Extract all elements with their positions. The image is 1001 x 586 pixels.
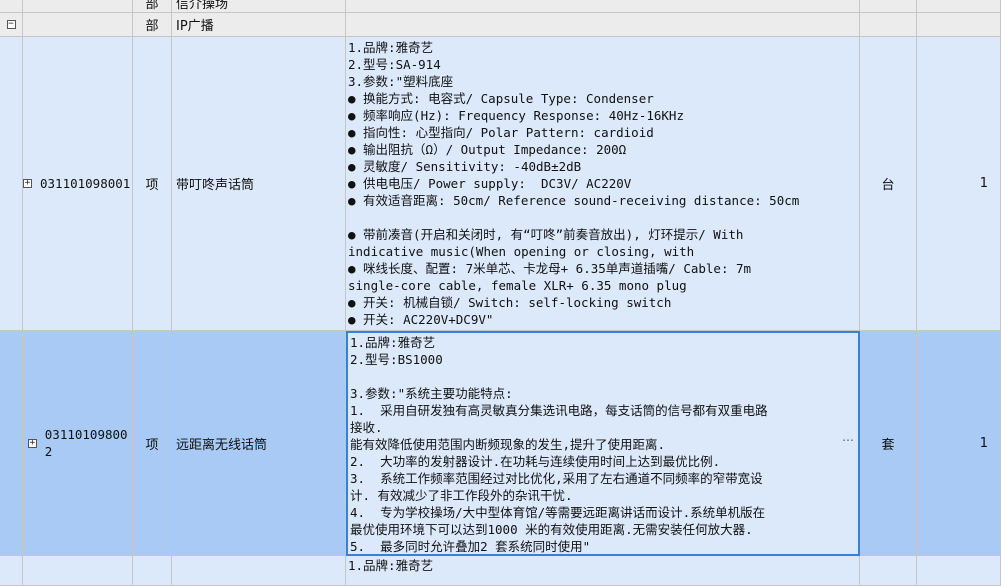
spec-line: ● 灵敏度/ Sensitivity: -40dB±2dB xyxy=(348,159,582,174)
collapse-icon[interactable]: − xyxy=(6,20,16,29)
spec-line: ● 开关: 机械自锁/ Switch: self-locking switch xyxy=(348,295,672,310)
more-icon[interactable]: ⋯ xyxy=(842,433,854,447)
spec-line: indicative music(When opening or closing… xyxy=(348,244,695,259)
expand-icon[interactable]: + xyxy=(23,179,32,188)
spec-line: 能有效降低使用范围内断频现象的发生,提升了使用距离. xyxy=(350,437,666,452)
name-cell: 带叮咚声话筒 xyxy=(172,37,346,331)
spec-cell[interactable]: 1.品牌:雅奇艺 xyxy=(346,556,860,586)
spec-line: ● 带前凑音(开启和关闭时, 有“叮咚”前奏音放出), 灯环提示/ With xyxy=(348,227,744,242)
name-cell: 信介操场 xyxy=(172,0,346,13)
spec-line: ● 开关: AC220V+DC9V" xyxy=(348,312,494,327)
unit-cell: 部 xyxy=(133,13,172,37)
boq-table: 部 信介操场 − 部 IP广播 + 031101098001 项 带叮咚声话筒 … xyxy=(0,0,1001,586)
table-row[interactable]: + 031101098001 项 带叮咚声话筒 1.品牌:雅奇艺 2.型号:SA… xyxy=(0,37,1001,331)
table-row-selected[interactable]: + 031101098002 项 远距离无线话筒 1.品牌:雅奇艺 2.型号:B… xyxy=(0,331,1001,556)
spec-line: 2.型号:BS1000 xyxy=(350,352,443,367)
spec-cell[interactable]: 1.品牌:雅奇艺 2.型号:SA-914 3.参数:"塑料底座 ● 换能方式: … xyxy=(346,37,860,331)
spec-line: 1.品牌:雅奇艺 xyxy=(348,558,434,573)
spec-line xyxy=(346,209,859,226)
unit-cell: 部 xyxy=(133,0,172,13)
unit-cell: 项 xyxy=(133,37,172,331)
spec-line: ● 有效适音距离: 50cm/ Reference sound-receivin… xyxy=(348,193,800,208)
spec-line: single-core cable, female XLR+ 6.35 mono… xyxy=(348,278,687,293)
spec-line: 计. 有效减少了非工作段外的杂讯干忧. xyxy=(350,488,573,503)
spec-line: ● 供电电压/ Power supply: DC3V/ AC220V xyxy=(348,176,632,191)
table-row[interactable]: 部 信介操场 xyxy=(0,0,1001,13)
spec-line: 最优使用环境下可以达到1000 米的有效使用距离.无需安装任何放大器. xyxy=(350,522,753,537)
spec-line: 5. 最多同时允许叠加2 套系统同时使用" xyxy=(350,539,591,554)
spec-cell[interactable]: 1.品牌:雅奇艺 2.型号:BS1000 3.参数:"系统主要功能特点: 1. … xyxy=(346,331,860,556)
spec-line: 1.品牌:雅奇艺 xyxy=(348,40,434,55)
spec-line: 2. 大功率的发射器设计.在功耗与连续使用时间上达到最优比例. xyxy=(350,454,721,469)
spec-line xyxy=(348,368,858,385)
spec-line: 接收. xyxy=(350,420,383,435)
quantity-cell: 1 xyxy=(917,37,1001,331)
spec-line: 1.品牌:雅奇艺 xyxy=(350,335,436,350)
item-code: 031101098001 xyxy=(40,176,131,191)
spec-line: 1. 采用自研发独有高灵敏真分集选讯电路，每支话筒的信号都有双重电路 xyxy=(350,403,768,418)
table-row[interactable]: 1.品牌:雅奇艺 xyxy=(0,556,1001,586)
expand-icon[interactable]: + xyxy=(28,438,37,448)
table-row[interactable]: − 部 IP广播 xyxy=(0,13,1001,37)
unit-cell: 项 xyxy=(133,331,172,556)
spec-line: 3.参数:"系统主要功能特点: xyxy=(350,386,513,401)
spec-line: 4. 专为学校操场/大中型体育馆/等需要远距离讲话而设计.系统单机版在 xyxy=(350,505,766,520)
spec-line: ● 咪线长度、配置: 7米单芯、卡龙母+ 6.35单声道插嘴/ Cable: 7… xyxy=(348,261,752,276)
measure-unit-cell: 套 xyxy=(860,331,917,556)
measure-unit-cell: 台 xyxy=(860,37,917,331)
spec-line: ● 指向性: 心型指向/ Polar Pattern: cardioid xyxy=(348,125,654,140)
spec-line: 3.参数:"塑料底座 xyxy=(348,74,454,89)
spec-line: 3. 系统工作频率范围经过对比优化,采用了左右通道不同频率的窄带宽设 xyxy=(350,471,763,486)
spec-line: 2.型号:SA-914 xyxy=(348,57,441,72)
spec-line: ● 换能方式: 电容式/ Capsule Type: Condenser xyxy=(348,91,654,106)
spec-line: ● 频率响应(Hz): Frequency Response: 40Hz-16K… xyxy=(348,108,684,123)
item-code: 031101098002 xyxy=(44,427,128,459)
quantity-cell: 1 xyxy=(917,331,1001,556)
name-cell: IP广播 xyxy=(172,13,346,37)
name-cell: 远距离无线话筒 xyxy=(172,331,346,556)
spec-line: ● 输出阻抗（Ω）/ Output Impedance: 200Ω xyxy=(348,142,627,157)
